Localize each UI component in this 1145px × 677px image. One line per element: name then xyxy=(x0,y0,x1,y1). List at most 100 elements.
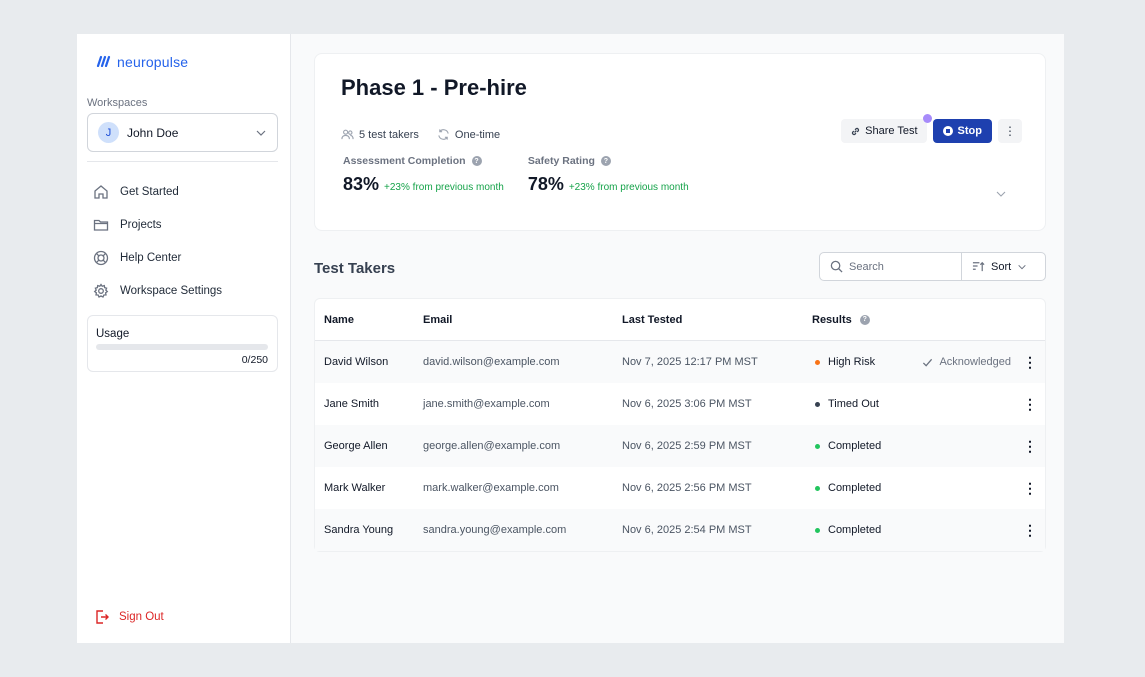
sidebar-item-projects[interactable]: Projects xyxy=(93,208,278,241)
share-test-button[interactable]: Share Test xyxy=(841,114,932,143)
table-row[interactable]: Sandra Young sandra.young@example.com No… xyxy=(315,509,1045,551)
sidebar-item-label: Help Center xyxy=(120,251,182,264)
search-sort-bar: Sort xyxy=(819,252,1046,281)
stop-button[interactable]: Stop xyxy=(932,119,992,143)
chevron-down-icon xyxy=(1018,264,1026,269)
stat-label-wrap: Safety Rating ? xyxy=(528,155,689,167)
cell-last-tested: Nov 6, 2025 3:06 PM MST xyxy=(622,398,752,410)
brand-logo[interactable]: neuropulse xyxy=(96,54,188,70)
row-more-options-button[interactable]: ⋮ xyxy=(1023,438,1037,455)
acknowledged-label: Acknowledged xyxy=(939,356,1011,368)
sidebar-item-label: Get Started xyxy=(120,185,179,198)
test-takers-count: 5 test takers xyxy=(341,128,419,141)
lifebuoy-icon xyxy=(93,250,109,265)
avatar: J xyxy=(98,122,119,143)
test-takers-label: 5 test takers xyxy=(359,128,419,141)
sidebar-item-workspace-settings[interactable]: Workspace Settings xyxy=(93,274,278,307)
chevron-down-icon[interactable] xyxy=(995,188,1007,200)
column-header-last-tested[interactable]: Last Tested xyxy=(622,314,812,326)
workspace-select[interactable]: J John Doe xyxy=(87,113,278,152)
column-header-email[interactable]: Email xyxy=(423,314,622,326)
sign-out-label: Sign Out xyxy=(119,611,164,623)
refresh-icon xyxy=(438,129,449,140)
cell-email: david.wilson@example.com xyxy=(423,356,560,368)
column-header-results[interactable]: Results ? xyxy=(812,314,1045,326)
cell-result: Timed Out ⋮ xyxy=(812,396,1045,413)
search-field[interactable] xyxy=(820,253,962,280)
status-label: High Risk xyxy=(828,356,876,368)
row-more-options-button[interactable]: ⋮ xyxy=(1023,480,1037,497)
header-actions: Share Test Stop ⋮ xyxy=(841,114,1022,143)
cell-email: mark.walker@example.com xyxy=(423,482,559,494)
table-row[interactable]: Mark Walker mark.walker@example.com Nov … xyxy=(315,467,1045,509)
stats-row: Assessment Completion ? 83% +23% from pr… xyxy=(343,155,689,195)
help-icon[interactable]: ? xyxy=(600,156,611,166)
users-icon xyxy=(341,129,354,140)
help-icon[interactable]: ? xyxy=(471,156,482,166)
gear-icon xyxy=(93,282,109,298)
cell-name: Mark Walker xyxy=(324,482,386,494)
workspace-name: John Doe xyxy=(127,125,179,140)
table-row[interactable]: David Wilson david.wilson@example.com No… xyxy=(315,341,1045,383)
status-label: Completed xyxy=(828,440,882,452)
cell-email: jane.smith@example.com xyxy=(423,398,550,410)
workspaces-label: Workspaces xyxy=(87,97,148,109)
sign-out-icon xyxy=(96,610,109,624)
share-test-label: Share Test xyxy=(865,125,918,137)
row-more-options-button[interactable]: ⋮ xyxy=(1023,522,1037,539)
chevron-down-icon xyxy=(256,130,266,136)
notification-dot xyxy=(922,114,932,123)
stop-label: Stop xyxy=(957,125,982,137)
test-takers-table: Name Email Last Tested Results ? David W… xyxy=(314,298,1046,552)
status-label: Completed xyxy=(828,524,882,536)
row-more-options-button[interactable]: ⋮ xyxy=(1023,354,1037,371)
main-content: Phase 1 - Pre-hire 5 test takers One-tim… xyxy=(291,34,1064,643)
table-row[interactable]: George Allen george.allen@example.com No… xyxy=(315,425,1045,467)
logo-mark-icon xyxy=(96,54,112,70)
stat-delta: +23% from previous month xyxy=(384,182,504,193)
brand-name: neuropulse xyxy=(117,54,189,70)
sort-button[interactable]: Sort xyxy=(962,253,1045,280)
sidebar-item-help-center[interactable]: Help Center xyxy=(93,241,278,274)
status-dot xyxy=(815,401,820,407)
stat-label: Assessment Completion xyxy=(343,155,466,167)
status-label: Completed xyxy=(828,482,882,494)
stat-label-wrap: Assessment Completion ? xyxy=(343,155,504,167)
stat-label: Safety Rating xyxy=(527,155,595,167)
cell-name: Sandra Young xyxy=(324,524,394,536)
sort-label: Sort xyxy=(991,260,1012,273)
sidebar-item-get-started[interactable]: Get Started xyxy=(93,175,278,208)
stat-value: 83% xyxy=(343,174,380,194)
table-body: David Wilson david.wilson@example.com No… xyxy=(315,341,1045,551)
row-more-options-button[interactable]: ⋮ xyxy=(1023,396,1037,413)
folder-icon xyxy=(93,219,109,231)
usage-count: 0/250 xyxy=(241,354,268,366)
cell-name: Jane Smith xyxy=(324,398,380,410)
cell-last-tested: Nov 7, 2025 12:17 PM MST xyxy=(622,356,758,368)
stop-icon xyxy=(942,126,953,136)
more-options-button[interactable]: ⋮ xyxy=(998,119,1022,143)
stat-delta: +23% from previous month xyxy=(568,182,689,193)
cell-name: George Allen xyxy=(324,440,388,452)
cell-result: High Risk Acknowledged ⋮ xyxy=(812,354,1045,371)
search-icon xyxy=(830,260,843,273)
usage-progress-bar xyxy=(96,344,268,350)
status-label: Timed Out xyxy=(828,398,879,410)
column-header-name[interactable]: Name xyxy=(315,314,423,326)
table-row[interactable]: Jane Smith jane.smith@example.com Nov 6,… xyxy=(315,383,1045,425)
status-dot xyxy=(815,359,820,365)
sign-out-button[interactable]: Sign Out xyxy=(94,609,164,625)
stat-safety-rating: Safety Rating ? 78% +23% from previous m… xyxy=(528,155,689,195)
search-input[interactable] xyxy=(849,260,949,273)
app-window: neuropulse Workspaces J John Doe Get Sta… xyxy=(77,34,1064,643)
cell-email: sandra.young@example.com xyxy=(423,524,567,536)
cell-result: Completed ⋮ xyxy=(812,438,1045,455)
usage-label: Usage xyxy=(96,328,130,340)
cell-result: Completed ⋮ xyxy=(812,522,1045,539)
page-title: Phase 1 - Pre-hire xyxy=(341,75,527,100)
help-icon[interactable]: ? xyxy=(859,314,870,325)
cell-name: David Wilson xyxy=(324,356,389,368)
sidebar-item-label: Workspace Settings xyxy=(120,284,223,297)
cell-last-tested: Nov 6, 2025 2:54 PM MST xyxy=(622,524,752,536)
test-summary-card: Phase 1 - Pre-hire 5 test takers One-tim… xyxy=(314,53,1046,231)
